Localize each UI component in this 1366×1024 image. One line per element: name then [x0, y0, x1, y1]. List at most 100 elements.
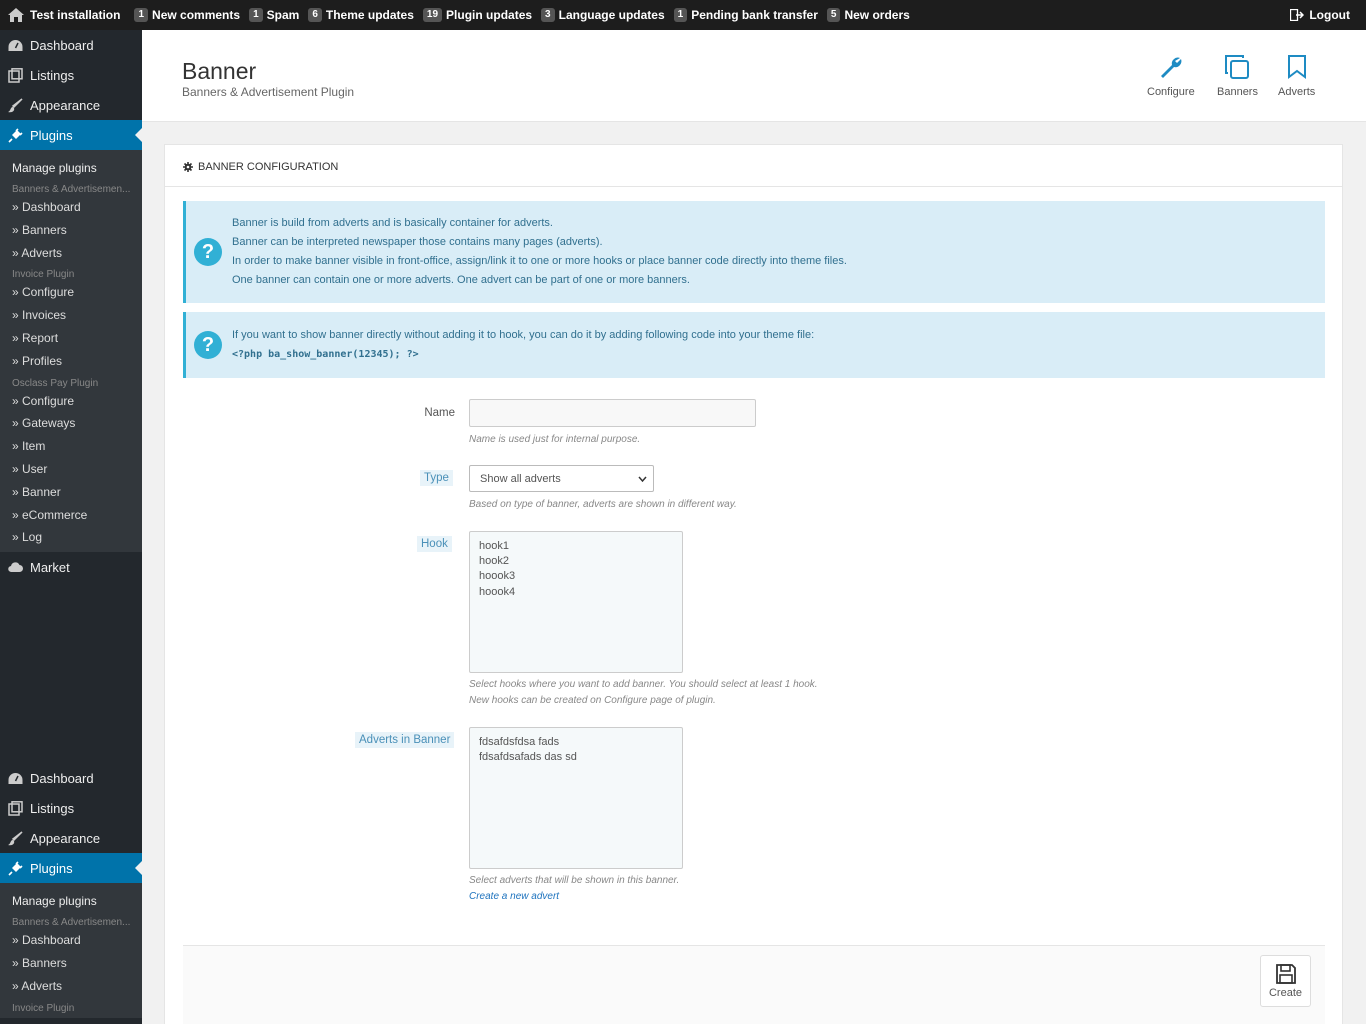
- listings-icon: [8, 800, 23, 816]
- notif-bank-transfer[interactable]: 1 Pending bank transfer: [673, 8, 818, 22]
- hook-option[interactable]: hook2: [479, 554, 673, 569]
- type-select[interactable]: Show all adverts: [469, 465, 654, 492]
- submenu-item[interactable]: » Log: [0, 527, 142, 550]
- sidebar-manage-plugins[interactable]: Manage plugins: [0, 158, 142, 180]
- info-box: ? Banner is build from adverts and is ba…: [183, 201, 1325, 303]
- banners-button[interactable]: Banners: [1217, 54, 1258, 98]
- sidebar-label: Listings: [30, 800, 75, 816]
- wrench-icon: [1160, 57, 1182, 78]
- configure-button[interactable]: Configure: [1147, 54, 1195, 98]
- chevron-down-icon: [638, 476, 647, 483]
- submenu-item[interactable]: » Dashboard: [0, 930, 142, 953]
- sidebar-item-plugins[interactable]: Plugins: [0, 120, 142, 150]
- notif-plugin-updates[interactable]: 19 Plugin updates: [422, 8, 533, 22]
- sidebar-item-appearance[interactable]: Appearance: [0, 823, 142, 853]
- dashboard-icon: [8, 39, 23, 51]
- info-box-code: ? If you want to show banner directly wi…: [183, 312, 1325, 378]
- bookmark-icon: [1287, 55, 1306, 79]
- submenu-item[interactable]: » Invoices: [0, 305, 142, 328]
- notif-label: Plugin updates: [446, 8, 533, 22]
- notif-language-updates[interactable]: 3 Language updates: [541, 8, 665, 22]
- submenu-item[interactable]: » Dashboard: [0, 197, 142, 220]
- create-button[interactable]: Create: [1260, 955, 1311, 1007]
- sidebar-manage-plugins[interactable]: Manage plugins: [0, 891, 142, 913]
- plugins-submenu: Manage plugins Banners & Advertisemen...…: [0, 150, 142, 553]
- type-help: Based on type of banner, adverts are sho…: [469, 497, 737, 513]
- notif-comments[interactable]: 1 New comments: [134, 8, 240, 22]
- site-link[interactable]: Test installation: [8, 8, 120, 22]
- sidebar-item-dashboard[interactable]: Dashboard: [0, 30, 142, 60]
- submenu-item[interactable]: » Banners: [0, 220, 142, 243]
- help-line: New hooks can be created on Configure pa…: [469, 694, 716, 706]
- gear-icon: [183, 162, 193, 172]
- logout-link[interactable]: Logout: [1290, 0, 1350, 30]
- submenu-item[interactable]: » eCommerce: [0, 505, 142, 528]
- notif-count: 1: [249, 8, 263, 22]
- submenu-item[interactable]: » User: [0, 459, 142, 482]
- notif-new-orders[interactable]: 5 New orders: [826, 8, 910, 22]
- submenu-item[interactable]: » Configure: [0, 282, 142, 305]
- panel-divider: [165, 186, 1342, 187]
- adverts-label: Adverts: [1278, 86, 1316, 98]
- submenu-item[interactable]: » Banner: [0, 482, 142, 505]
- submenu-item[interactable]: » Gateways: [0, 413, 142, 436]
- home-icon: [8, 8, 24, 22]
- main-content: Banner Banners & Advertisement Plugin Co…: [142, 30, 1366, 1024]
- submenu-item[interactable]: » Item: [0, 436, 142, 459]
- create-advert-link[interactable]: Create a new advert: [469, 889, 679, 905]
- sidebar-item-market[interactable]: Market: [0, 552, 142, 582]
- name-help: Name is used just for internal purpose.: [469, 432, 640, 448]
- hook-option[interactable]: hoook3: [479, 569, 673, 584]
- hook-option[interactable]: hook1: [479, 539, 673, 554]
- submenu-item[interactable]: » Banners: [0, 953, 142, 976]
- plugins-submenu: Manage plugins Banners & Advertisemen...…: [0, 883, 142, 1018]
- adverts-button[interactable]: Adverts: [1278, 54, 1315, 98]
- dashboard-icon: [8, 772, 23, 784]
- submenu-item[interactable]: » Profiles: [0, 351, 142, 374]
- form-footer: [183, 945, 1325, 1024]
- brush-icon: [8, 97, 23, 112]
- help-line: Name is used just for internal purpose.: [469, 434, 641, 445]
- hook-label: Hook: [417, 536, 452, 552]
- sidebar-item-listings[interactable]: Listings: [0, 60, 142, 90]
- notif-label: Spam: [266, 8, 300, 22]
- save-icon: [1275, 964, 1296, 984]
- advert-option[interactable]: fdsafdsfdsa fads: [479, 735, 673, 750]
- submenu-item[interactable]: » Configure: [0, 391, 142, 414]
- hook-help: Select hooks where you want to add banne…: [469, 677, 818, 708]
- notif-label: New orders: [844, 8, 910, 22]
- sidebar-label: Plugins: [30, 860, 73, 876]
- sidebar-item-plugins[interactable]: Plugins: [0, 853, 142, 884]
- submenu-group-title: Osclass Pay Plugin: [12, 377, 99, 389]
- sidebar-item-appearance[interactable]: Appearance: [0, 90, 142, 120]
- hook-option[interactable]: hoook4: [479, 585, 673, 600]
- banner-code-snippet: <?php ba_show_banner(12345); ?>: [232, 349, 419, 360]
- question-icon: ?: [194, 331, 222, 359]
- sidebar-item-listings[interactable]: Listings: [0, 793, 142, 823]
- advert-option[interactable]: fdsafdsafads das sd: [479, 750, 673, 765]
- adverts-multiselect[interactable]: fdsafdsfdsa fads fdsafdsafads das sd: [469, 727, 683, 869]
- notif-spam[interactable]: 1 Spam: [249, 8, 299, 22]
- brush-icon: [8, 831, 23, 845]
- notif-label: Pending bank transfer: [691, 8, 818, 22]
- notif-label: Theme updates: [325, 8, 414, 22]
- hook-multiselect[interactable]: hook1 hook2 hoook3 hoook4: [469, 531, 683, 673]
- help-line: Select adverts that will be shown in thi…: [469, 875, 680, 886]
- sidebar-item-dashboard[interactable]: Dashboard: [0, 763, 142, 793]
- name-input[interactable]: [469, 399, 756, 427]
- logout-icon: [1290, 9, 1305, 21]
- submenu-item[interactable]: » Adverts: [0, 243, 142, 266]
- sidebar-label: Appearance: [30, 830, 101, 846]
- sidebar-label: Plugins: [30, 127, 73, 143]
- notif-theme-updates[interactable]: 6 Theme updates: [308, 8, 414, 22]
- page-header: Banner Banners & Advertisement Plugin Co…: [142, 30, 1366, 122]
- notif-label: New comments: [152, 8, 241, 22]
- sidebar-label: Market: [30, 559, 70, 575]
- submenu-item[interactable]: » Report: [0, 328, 142, 351]
- type-selected-value: Show all adverts: [480, 472, 561, 485]
- cloud-icon: [8, 562, 23, 573]
- help-line: Based on type of banner, adverts are sho…: [469, 499, 737, 510]
- banners-label: Banners: [1217, 86, 1258, 98]
- submenu-item[interactable]: » Adverts: [0, 976, 142, 999]
